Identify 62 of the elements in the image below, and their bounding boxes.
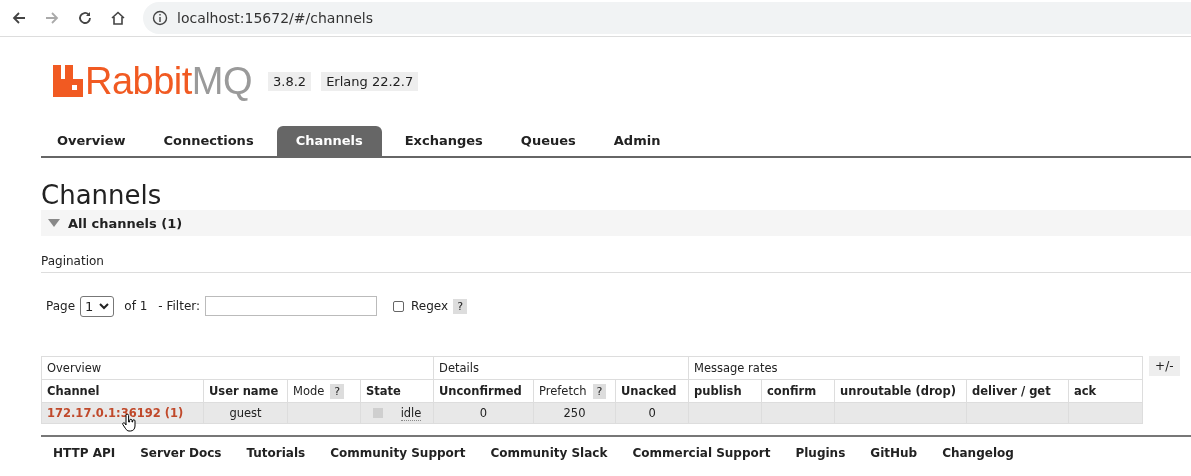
help-button[interactable]: ? bbox=[330, 383, 345, 399]
state-indicator-icon bbox=[372, 408, 383, 418]
table-cell: guest bbox=[229, 406, 262, 420]
footer-link[interactable]: Community Support bbox=[330, 446, 466, 460]
column-header: Channel bbox=[47, 384, 100, 398]
state-text: idle bbox=[400, 405, 422, 421]
column-header: publish bbox=[694, 384, 742, 398]
footer-link[interactable]: Plugins bbox=[795, 446, 846, 460]
nav-tab[interactable]: Channels bbox=[276, 126, 382, 156]
footer-link[interactable]: Changelog bbox=[942, 446, 1014, 460]
footer-link[interactable]: Commercial Support bbox=[632, 446, 771, 460]
nav-tab[interactable]: Connections bbox=[144, 126, 273, 156]
footer-link[interactable]: Tutorials bbox=[246, 446, 306, 460]
section-title: All channels (1) bbox=[68, 215, 183, 231]
table-cell: 0 bbox=[648, 406, 656, 420]
nav-tab[interactable]: Overview bbox=[41, 126, 145, 156]
column-header: confirm bbox=[767, 384, 817, 398]
column-header: Unconfirmed bbox=[439, 384, 522, 398]
table-cell: 250 bbox=[563, 406, 586, 420]
footer-link[interactable]: Community Slack bbox=[490, 446, 608, 460]
home-icon[interactable] bbox=[110, 10, 126, 26]
column-group-header: Message rates bbox=[688, 356, 1143, 380]
url-text: localhost:15672/#/channels bbox=[177, 10, 373, 26]
column-header: deliver / get bbox=[972, 384, 1051, 398]
column-group-header: Overview bbox=[41, 356, 434, 380]
logo-text: RabbitMQ bbox=[85, 59, 253, 103]
section-header[interactable]: All channels (1) bbox=[41, 210, 1191, 236]
column-header: Prefetch bbox=[539, 384, 587, 398]
footer-link[interactable]: HTTP API bbox=[53, 446, 116, 460]
column-header: unroutable (drop) bbox=[840, 384, 956, 398]
column-header: User name bbox=[209, 384, 279, 398]
nav-tab[interactable]: Exchanges bbox=[385, 126, 502, 156]
column-group-header: Details bbox=[433, 356, 689, 380]
page-title: Channels bbox=[41, 180, 163, 210]
page-count-label: of 1 bbox=[124, 299, 148, 313]
regex-checkbox[interactable] bbox=[393, 300, 405, 312]
footer-link[interactable]: Server Docs bbox=[140, 446, 222, 460]
filter-label: - Filter: bbox=[158, 299, 201, 313]
erlang-version-label: Erlang 22.2.7 bbox=[321, 71, 419, 91]
nav-tab[interactable]: Queues bbox=[501, 126, 595, 156]
filter-field[interactable] bbox=[205, 296, 378, 316]
column-header: Mode bbox=[293, 384, 325, 398]
columns-toggle-button[interactable]: +/- bbox=[1149, 356, 1180, 376]
column-header: ack bbox=[1074, 384, 1097, 398]
pagination-title: Pagination bbox=[41, 254, 1191, 273]
footer-link[interactable]: GitHub bbox=[870, 446, 918, 460]
table-cell: 0 bbox=[479, 406, 488, 420]
address-bar[interactable]: localhost:15672/#/channels bbox=[143, 2, 1191, 34]
info-icon bbox=[152, 10, 168, 26]
chevron-down-icon bbox=[99, 302, 110, 310]
column-header: State bbox=[366, 384, 401, 398]
version-label: 3.8.2 bbox=[268, 71, 312, 91]
page-select[interactable]: 1 bbox=[80, 295, 115, 317]
nav-tab[interactable]: Admin bbox=[594, 126, 680, 156]
rabbit-logo-icon bbox=[53, 65, 83, 97]
regex-label: Regex bbox=[411, 299, 449, 313]
column-header: Unacked bbox=[621, 384, 677, 398]
help-button[interactable]: ? bbox=[592, 383, 607, 399]
page-label: Page bbox=[46, 299, 76, 313]
reload-icon[interactable] bbox=[77, 10, 93, 26]
help-button[interactable]: ? bbox=[453, 298, 467, 314]
back-icon[interactable] bbox=[11, 10, 27, 26]
